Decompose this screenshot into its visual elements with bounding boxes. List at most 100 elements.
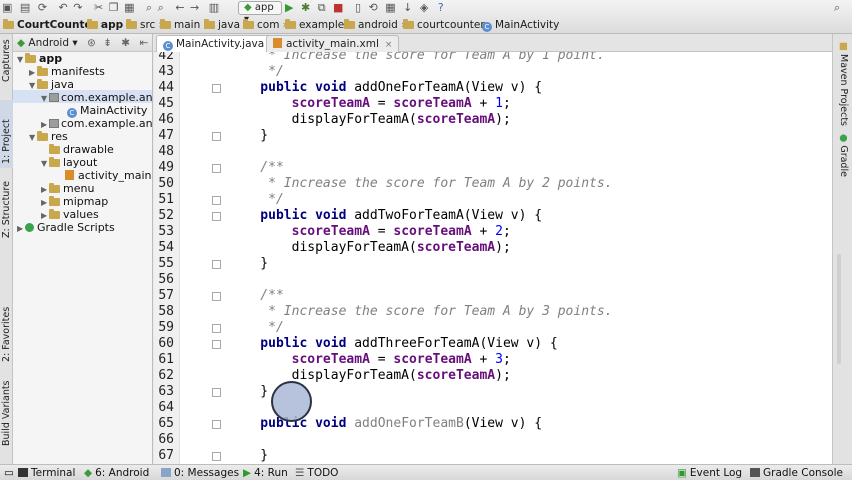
collapse-all-icon[interactable]: ⇟ <box>103 37 112 49</box>
tool-tab-gradle[interactable]: ● Gradle <box>838 134 849 177</box>
breadcrumb-mainactivity[interactable]: C MainActivity <box>482 17 559 33</box>
sdk-manager-icon[interactable]: ↓ <box>403 1 412 14</box>
fold-marker-icon[interactable] <box>212 292 221 301</box>
fold-marker-icon[interactable] <box>212 132 221 141</box>
tree-item-activity-main-xml[interactable]: activity_main.: <box>65 169 152 182</box>
find-icon[interactable]: ⌕ <box>146 1 152 14</box>
breadcrumb-courtcounter-package[interactable]: courtcounter› <box>403 17 492 33</box>
back-icon[interactable]: ← <box>175 1 184 14</box>
project-panel: ◆ Android ▾ ⊛ ⇟ ✱ ⇤ ▼ app ▶ manifests ▼ jav… <box>13 34 153 464</box>
tool-tab-terminal[interactable]: Terminal <box>18 466 75 480</box>
view-selector[interactable]: ◆ Android ▾ <box>17 37 78 49</box>
tree-item-mainactivity[interactable]: C MainActivity <box>67 104 147 118</box>
breadcrumb-src[interactable]: src› <box>126 17 163 33</box>
settings-icon[interactable]: ✱ <box>121 37 130 49</box>
fold-marker-icon[interactable] <box>212 260 221 269</box>
fold-marker-icon[interactable] <box>212 84 221 93</box>
run-configuration-select[interactable]: ◆ app ▾ <box>238 1 282 25</box>
tool-tab-event-log[interactable]: ▣ Event Log <box>677 466 742 480</box>
tree-item-res[interactable]: ▼ res <box>29 130 68 143</box>
folder-icon <box>49 196 60 206</box>
tool-tab-gradle-console[interactable]: Gradle Console <box>750 466 843 480</box>
tab-activity-main-xml[interactable]: activity_main.xml × <box>266 35 400 52</box>
fold-marker-icon[interactable] <box>212 388 221 397</box>
editor-tab-bar: CMainActivity.java× activity_main.xml× <box>154 34 832 52</box>
fold-marker-icon[interactable] <box>212 196 221 205</box>
run-icon[interactable]: ▶ <box>285 1 293 14</box>
avd-manager-icon[interactable]: ▯ <box>355 1 361 14</box>
code-token: } <box>229 384 269 399</box>
help-icon[interactable]: ? <box>438 1 444 14</box>
fold-marker-icon[interactable] <box>212 420 221 429</box>
tree-item-mipmap[interactable]: ▶ mipmap <box>41 195 108 208</box>
tree-item-values[interactable]: ▶ values <box>41 208 99 221</box>
debug-icon[interactable]: ✱ <box>301 1 310 14</box>
line-number: 52 <box>158 208 174 223</box>
fold-marker-icon[interactable] <box>212 212 221 221</box>
scope-icon[interactable]: ⊛ <box>87 37 96 49</box>
tool-tab-structure[interactable]: Z: Structure <box>0 174 13 240</box>
paste-icon[interactable]: ▦ <box>124 1 134 14</box>
forward-icon[interactable]: → <box>190 1 199 14</box>
breadcrumb-com[interactable]: com› <box>243 17 287 33</box>
breadcrumb-java[interactable]: java› <box>204 17 247 33</box>
code-editor[interactable]: 42 43 44 45 46 47 48 49 50 51 52 53 54 55 56 57 58 59 60 61… <box>154 52 832 464</box>
tool-tab-maven-projects[interactable]: ■ Maven Projects <box>838 42 849 126</box>
tool-tab-build-variants[interactable]: Build Variants <box>0 380 13 448</box>
tree-item-gradle-scripts[interactable]: ▶ Gradle Scripts <box>17 221 115 234</box>
fold-marker-icon[interactable] <box>212 164 221 173</box>
tool-tab-favorites[interactable]: 2: Favorites <box>0 298 13 364</box>
tree-item-menu[interactable]: ▶ menu <box>41 182 94 195</box>
tool-tab-captures[interactable]: Captures <box>0 34 13 90</box>
undo-icon[interactable]: ↶ <box>59 1 68 14</box>
redo-icon[interactable]: ↷ <box>73 1 82 14</box>
tree-item-layout[interactable]: ▼ layout <box>41 156 97 169</box>
code-line: */ <box>229 64 284 80</box>
copy-icon[interactable]: ❐ <box>109 1 119 14</box>
fold-marker-icon[interactable] <box>212 324 221 333</box>
editor-scrollbar-thumb[interactable] <box>837 254 841 364</box>
sync-gradle-icon[interactable]: ⟲ <box>369 1 378 14</box>
replace-icon[interactable]: ⌕ <box>158 1 164 14</box>
folder-icon <box>49 157 60 167</box>
cut-icon[interactable]: ✂ <box>94 1 103 14</box>
save-icon[interactable]: ▤ <box>20 1 30 14</box>
project-structure-icon[interactable]: ▦ <box>385 1 395 14</box>
expand-arrow-icon: ▼ <box>41 94 48 103</box>
code-token: + <box>471 96 496 111</box>
breadcrumb-main[interactable]: main› <box>160 17 207 33</box>
tree-item-package-main[interactable]: ▼ com.example.an <box>41 91 152 104</box>
breadcrumb-example[interactable]: example› <box>285 17 351 33</box>
tree-item-java[interactable]: ▼ java <box>29 78 74 91</box>
toggle-panels-icon[interactable]: ▭ <box>4 466 14 480</box>
tool-tab-project[interactable]: 1: Project <box>0 100 13 168</box>
tree-item-package-test[interactable]: ▶ com.example.an <box>41 117 152 130</box>
tool-tab-messages[interactable]: 0: Messages <box>161 466 239 480</box>
stop-icon[interactable]: ■ <box>333 1 343 14</box>
folder-icon <box>285 19 296 29</box>
breadcrumb-android[interactable]: android› <box>344 17 405 33</box>
tool-tab-android[interactable]: ◆ 6: Android <box>84 466 149 480</box>
code-token: } <box>229 448 269 463</box>
attach-debugger-icon[interactable]: ⧉ <box>318 1 326 14</box>
folder-open-icon[interactable]: ▣ <box>2 1 12 14</box>
code-token: displayForTeamA( <box>229 112 417 127</box>
tool-tab-run[interactable]: ▶ 4: Run <box>243 466 288 480</box>
tree-item-manifests[interactable]: ▶ manifests <box>29 65 105 78</box>
android-monitor-icon[interactable]: ◈ <box>420 1 428 14</box>
event-log-icon: ▣ <box>677 467 687 479</box>
make-icon[interactable]: ▥ <box>209 1 219 14</box>
breadcrumb-app[interactable]: app› <box>87 17 130 33</box>
code-token: scoreTeamA <box>393 96 472 111</box>
tool-tab-todo[interactable]: ☰ TODO <box>295 466 338 480</box>
fold-marker-icon[interactable] <box>212 340 221 349</box>
hide-panel-icon[interactable]: ⇤ <box>139 37 148 49</box>
close-tab-icon[interactable]: × <box>385 40 393 50</box>
line-number: 46 <box>158 112 174 127</box>
tree-item-app[interactable]: ▼ app <box>17 52 62 65</box>
search-everywhere-icon[interactable]: ⌕ <box>834 0 840 16</box>
tree-item-drawable[interactable]: drawable <box>41 143 114 156</box>
fold-marker-icon[interactable] <box>212 452 221 461</box>
sync-icon[interactable]: ⟳ <box>38 1 47 14</box>
